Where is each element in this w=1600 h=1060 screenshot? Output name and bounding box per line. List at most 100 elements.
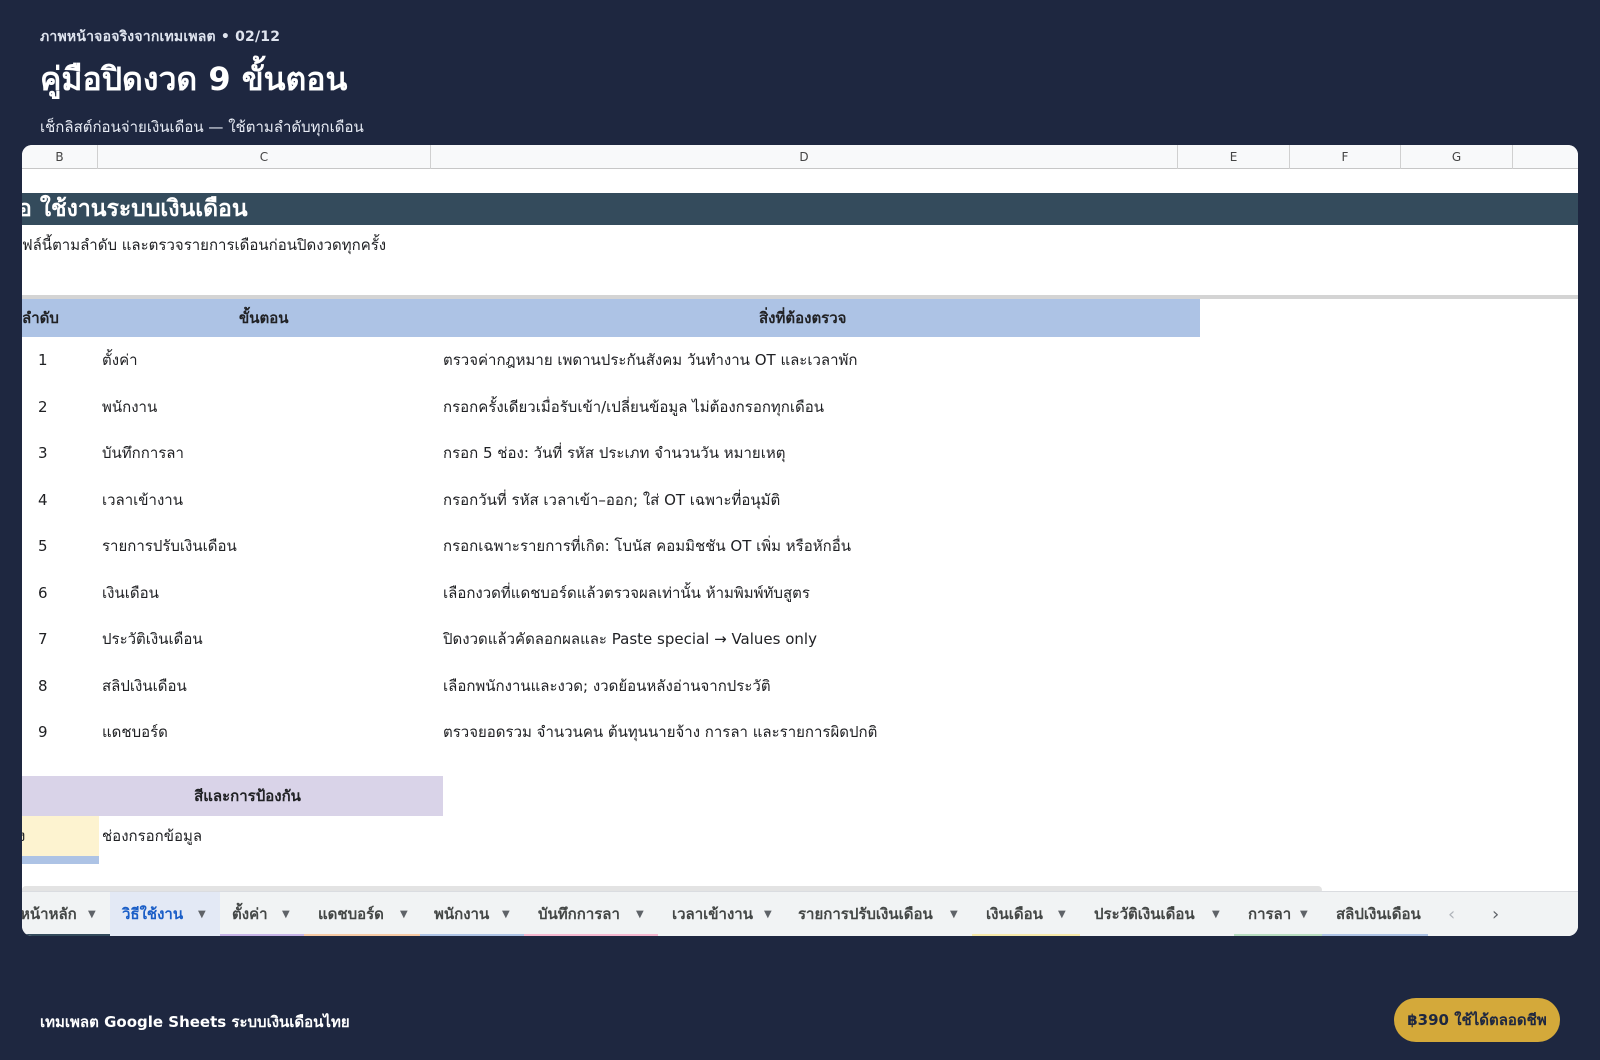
header-num: ลำดับ xyxy=(22,309,59,327)
tab-label: สลิปเงินเดือน xyxy=(1336,905,1421,923)
tab-home[interactable]: หน้าหลัก ▼ xyxy=(22,892,110,936)
page-title: คู่มือปิดงวด 9 ขั้นตอน xyxy=(40,60,348,98)
row-step: บันทึกการลา xyxy=(102,444,184,462)
table-row[interactable]: 5 รายการปรับเงินเดือน กรอกเฉพาะรายการที่… xyxy=(22,523,1200,570)
tab-color-bar xyxy=(22,934,110,936)
row-check: กรอก 5 ช่อง: วันที่ รหัส ประเภท จำนวนวัน… xyxy=(443,444,786,462)
tab-label: ประวัติเงินเดือน xyxy=(1094,905,1195,923)
row-step: ตั้งค่า xyxy=(102,351,138,369)
tab-color-bar xyxy=(1234,934,1322,936)
tab-label: การลา xyxy=(1248,905,1292,923)
row-step: ประวัติเงินเดือน xyxy=(102,630,203,648)
table-row[interactable]: 9 แดชบอร์ด ตรวจยอดรวม จำนวนคน ต้นทุนนายจ… xyxy=(22,709,1200,756)
table-row[interactable]: 2 พนักงาน กรอกครั้งเดียวเมื่อรับเข้า/เปล… xyxy=(22,384,1200,431)
row-check: กรอกวันที่ รหัส เวลาเข้า–ออก; ใส่ OT เฉพ… xyxy=(443,491,781,509)
table-header-row: ลำดับ ขั้นตอน สิ่งที่ต้องตรวจ xyxy=(22,299,1200,337)
chevron-down-icon[interactable]: ▼ xyxy=(198,892,206,936)
table-row[interactable]: 7 ประวัติเงินเดือน ปิดงวดแล้วคัดลอกผลและ… xyxy=(22,616,1200,663)
row-step: แดชบอร์ด xyxy=(102,723,168,741)
column-header-e[interactable]: E xyxy=(1178,145,1290,169)
legend-input-label: ช่องกรอกข้อมูล xyxy=(102,827,203,845)
sheet-banner-text: อ ใช้งานระบบเงินเดือน xyxy=(22,196,248,222)
tab-color-bar xyxy=(1322,934,1428,936)
tab-color-bar xyxy=(972,934,1080,936)
tab-label: บันทึกการลา xyxy=(538,905,620,923)
chevron-down-icon[interactable]: ▼ xyxy=(1058,892,1066,936)
buy-button[interactable]: ฿390 ใช้ได้ตลอดชีพ xyxy=(1394,998,1560,1042)
tab-dashboard[interactable]: แดชบอร์ด ▼ xyxy=(304,892,420,936)
table-row[interactable]: 8 สลิปเงินเดือน เลือกพนักงานและงวด; งวดย… xyxy=(22,663,1200,710)
row-num: 7 xyxy=(38,630,48,648)
row-step: พนักงาน xyxy=(102,398,158,416)
tab-label: รายการปรับเงินเดือน xyxy=(798,905,933,923)
tab-label: วิธีใช้งาน xyxy=(122,905,184,923)
row-num: 8 xyxy=(38,677,48,695)
tab-payslip[interactable]: สลิปเงินเดือน xyxy=(1322,892,1428,936)
legend-title: สีและการป้องกัน xyxy=(22,776,443,816)
tab-leave[interactable]: การลา ▼ xyxy=(1234,892,1322,936)
chevron-down-icon[interactable]: ▼ xyxy=(400,892,408,936)
row-check: กรอกเฉพาะรายการที่เกิด: โบนัส คอมมิชชัน … xyxy=(443,537,851,555)
tab-how-to-use[interactable]: วิธีใช้งาน ▼ xyxy=(110,892,220,936)
chevron-down-icon[interactable]: ▼ xyxy=(88,892,96,936)
tab-payroll-history[interactable]: ประวัติเงินเดือน ▼ xyxy=(1080,892,1234,936)
tab-label: เงินเดือน xyxy=(986,905,1043,923)
column-header-d[interactable]: D xyxy=(431,145,1178,169)
row-check: เลือกพนักงานและงวด; งวดย้อนหลังอ่านจากปร… xyxy=(443,677,771,695)
table-row[interactable]: 1 ตั้งค่า ตรวจค่ากฎหมาย เพดานประกันสังคม… xyxy=(22,337,1200,384)
chevron-down-icon[interactable]: ▼ xyxy=(282,892,290,936)
row-step: เวลาเข้างาน xyxy=(102,491,183,509)
header-step: ขั้นตอน xyxy=(239,309,289,327)
tab-color-bar xyxy=(524,934,658,936)
header-check: สิ่งที่ต้องตรวจ xyxy=(759,309,847,327)
row-step: สลิปเงินเดือน xyxy=(102,677,187,695)
chevron-down-icon[interactable]: ▼ xyxy=(950,892,958,936)
column-header-c[interactable]: C xyxy=(98,145,431,169)
column-header-f[interactable]: F xyxy=(1290,145,1401,169)
column-header-g[interactable]: G xyxy=(1401,145,1513,169)
row-num: 6 xyxy=(38,584,48,602)
tab-label: เวลาเข้างาน xyxy=(672,905,753,923)
tab-time-attendance[interactable]: เวลาเข้างาน ▼ xyxy=(658,892,784,936)
table-row[interactable]: 6 เงินเดือน เลือกงวดที่แดชบอร์ดแล้วตรวจผ… xyxy=(22,570,1200,617)
sheet-banner: อ ใช้งานระบบเงินเดือน xyxy=(22,193,1578,225)
input-color-swatch: ง xyxy=(22,816,99,856)
table-row[interactable]: 3 บันทึกการลา กรอก 5 ช่อง: วันที่ รหัส ป… xyxy=(22,430,1200,477)
row-step: เงินเดือน xyxy=(102,584,159,602)
column-header-b[interactable]: B xyxy=(22,145,98,169)
tab-label: พนักงาน xyxy=(434,905,490,923)
swatch-label: ง xyxy=(22,816,25,856)
spreadsheet-window: B C D E F G อ ใช้งานระบบเงินเดือน ฟล์นี้… xyxy=(22,145,1578,936)
chevron-left-icon[interactable]: ‹ xyxy=(1448,892,1455,936)
column-header-bar: B C D E F G xyxy=(22,145,1578,169)
row-num: 1 xyxy=(38,351,48,369)
footer-product-name: เทมเพลต Google Sheets ระบบเงินเดือนไทย xyxy=(40,1013,350,1031)
chevron-down-icon[interactable]: ▼ xyxy=(1212,892,1220,936)
chevron-down-icon[interactable]: ▼ xyxy=(502,892,510,936)
row-check: ปิดงวดแล้วคัดลอกผลและ Paste special → Va… xyxy=(443,630,817,648)
row-num: 2 xyxy=(38,398,48,416)
tab-label: ตั้งค่า xyxy=(232,905,268,923)
tab-color-bar xyxy=(420,934,524,936)
row-check: ตรวจค่ากฎหมาย เพดานประกันสังคม วันทำงาน … xyxy=(443,351,858,369)
tab-settings[interactable]: ตั้งค่า ▼ xyxy=(220,892,304,936)
table-row[interactable]: 4 เวลาเข้างาน กรอกวันที่ รหัส เวลาเข้า–อ… xyxy=(22,477,1200,524)
chevron-down-icon[interactable]: ▼ xyxy=(764,892,772,936)
tab-label: หน้าหลัก xyxy=(22,905,77,923)
tab-color-bar xyxy=(220,934,304,936)
row-num: 3 xyxy=(38,444,48,462)
hero-header: ภาพหน้าจอจริงจากเทมเพลต • 02/12 คู่มือปิ… xyxy=(40,26,364,139)
chevron-right-icon[interactable]: › xyxy=(1492,892,1499,936)
sheet-grid[interactable]: อ ใช้งานระบบเงินเดือน ฟล์นี้ตามลำดับ และ… xyxy=(22,169,1578,901)
sheet-tab-bar: หน้าหลัก ▼ วิธีใช้งาน ▼ ตั้งค่า ▼ แดชบอร… xyxy=(22,891,1578,936)
tab-leave-log[interactable]: บันทึกการลา ▼ xyxy=(524,892,658,936)
tab-color-bar xyxy=(304,934,420,936)
tab-payroll[interactable]: เงินเดือน ▼ xyxy=(972,892,1080,936)
tab-salary-adjustments[interactable]: รายการปรับเงินเดือน ▼ xyxy=(784,892,972,936)
chevron-down-icon[interactable]: ▼ xyxy=(1300,892,1308,936)
chevron-down-icon[interactable]: ▼ xyxy=(636,892,644,936)
row-check: ตรวจยอดรวม จำนวนคน ต้นทุนนายจ้าง การลา แ… xyxy=(443,723,878,741)
row-num: 5 xyxy=(38,537,48,555)
tab-employees[interactable]: พนักงาน ▼ xyxy=(420,892,524,936)
row-step: รายการปรับเงินเดือน xyxy=(102,537,237,555)
